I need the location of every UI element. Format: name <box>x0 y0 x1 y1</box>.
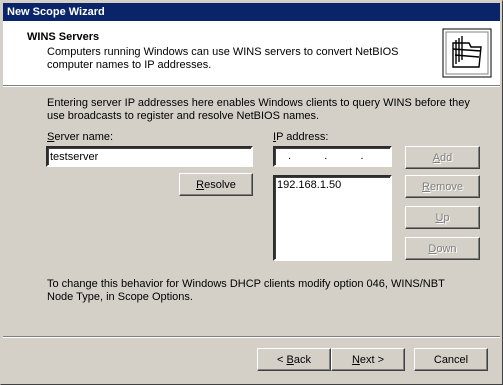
ip-address-input[interactable]: . . . <box>273 146 392 167</box>
down-button[interactable]: Down <box>405 237 480 260</box>
remove-button[interactable]: Remove <box>405 175 480 198</box>
page-subtitle: Computers running Windows can use WINS s… <box>47 46 399 71</box>
intro-text: Entering server IP addresses here enable… <box>47 97 470 122</box>
window-title: New Scope Wizard <box>7 6 105 18</box>
resolve-button[interactable]: Resolve <box>179 173 253 196</box>
cancel-button[interactable]: Cancel <box>414 348 488 371</box>
up-button[interactable]: Up <box>405 206 480 229</box>
server-name-label: Server name: <box>47 131 114 143</box>
folders-icon <box>441 27 493 79</box>
wizard-window: New Scope Wizard WINS Servers Computers … <box>0 0 503 385</box>
ip-address-list[interactable]: 192.168.1.50 <box>273 175 392 261</box>
add-button[interactable]: Add <box>405 146 480 169</box>
footer-note: To change this behavior for Windows DHCP… <box>47 278 445 303</box>
server-name-input[interactable] <box>46 146 253 167</box>
next-button[interactable]: Next > <box>331 348 405 371</box>
ip-address-label: IP address: <box>273 131 329 143</box>
wizard-header: WINS Servers Computers running Windows c… <box>3 21 500 85</box>
back-button[interactable]: < Back <box>257 348 331 371</box>
footer-divider-highlight <box>3 337 500 338</box>
header-divider-highlight <box>3 86 500 87</box>
page-title: WINS Servers <box>27 31 100 43</box>
list-item[interactable]: 192.168.1.50 <box>277 178 388 192</box>
title-bar: New Scope Wizard <box>3 3 500 21</box>
